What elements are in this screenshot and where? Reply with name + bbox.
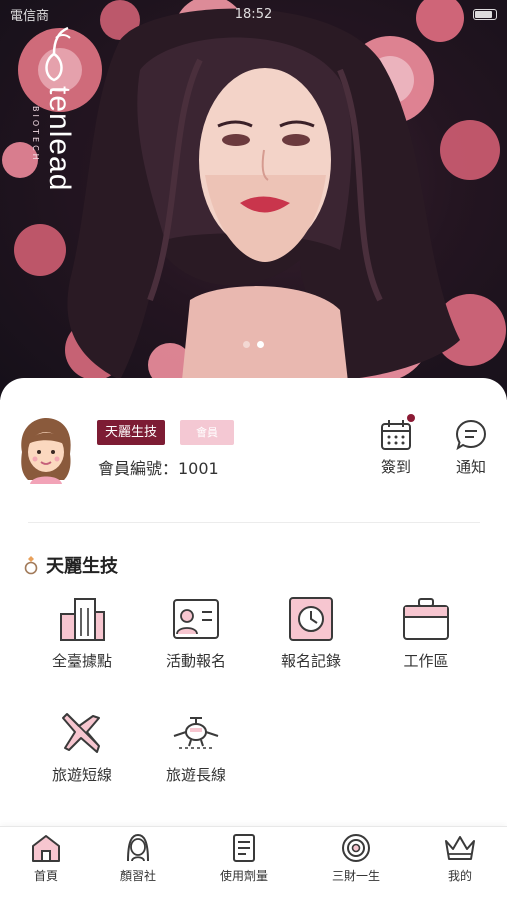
menu-item-label: 工作區 [403, 652, 449, 670]
app-screen: 電信商 18:52 tenlead BIOTECH 天麗生技 會員 會員編號：1… [0, 0, 507, 900]
carousel-dot-active[interactable] [257, 341, 264, 348]
notification-button[interactable]: 通知 [444, 418, 498, 477]
menu-item-label: 旅遊長線 [165, 766, 226, 784]
tab-bar: 首頁 顏習社 使用劑量 三財一生 我的 [0, 826, 507, 900]
brand-name: tenlead [43, 86, 76, 192]
avatar[interactable] [16, 418, 76, 484]
building-icon [60, 598, 105, 641]
menu-item-label: 全臺據點 [51, 652, 112, 670]
id-card-icon [173, 599, 219, 639]
section-header: 天麗生技 [22, 552, 118, 578]
airplane-icon [62, 713, 100, 753]
menu-item-event-signup[interactable]: 活動報名 [146, 596, 246, 671]
menu-item-long-trip[interactable]: 旅遊長線 [146, 710, 246, 785]
woman-icon [127, 833, 149, 862]
menu-item-label: 旅遊短線 [51, 766, 112, 784]
clock-icon [289, 597, 333, 641]
main-card: 天麗生技 會員 會員編號：1001 簽到 通知 天麗生技 全臺據點 活動報名 報… [0, 378, 507, 826]
hero-banner[interactable]: 電信商 18:52 tenlead BIOTECH [0, 0, 507, 400]
target-icon [342, 834, 370, 862]
tab-label: 三財一生 [331, 869, 380, 883]
section-title: 天麗生技 [46, 556, 118, 577]
role-badge: 會員 [180, 420, 234, 445]
menu-item-signup-records[interactable]: 報名記錄 [261, 596, 361, 671]
home-icon [32, 835, 60, 862]
chat-bubble-icon [455, 419, 487, 451]
menu-item-label: 活動報名 [165, 652, 226, 670]
gem-ring-icon [24, 556, 38, 575]
calendar-icon [381, 420, 411, 450]
menu-item-locations[interactable]: 全臺據點 [32, 596, 132, 671]
carousel-dot[interactable] [243, 341, 250, 348]
briefcase-icon [403, 598, 449, 640]
battery-icon [473, 8, 497, 20]
clock-label: 18:52 [234, 6, 273, 22]
notification-dot [407, 414, 415, 422]
tab-beauty-club[interactable]: 顏習社 [98, 833, 178, 884]
tab-profile[interactable]: 我的 [420, 833, 500, 884]
document-icon [233, 834, 255, 862]
brand-subtitle: BIOTECH [31, 106, 40, 163]
status-bar: 電信商 18:52 [10, 4, 497, 24]
carousel-indicator [243, 341, 264, 348]
tab-label: 使用劑量 [219, 869, 268, 883]
tab-home[interactable]: 首頁 [6, 833, 86, 884]
menu-item-short-trip[interactable]: 旅遊短線 [32, 710, 132, 785]
menu-item-label: 報名記錄 [280, 652, 341, 670]
menu-item-workspace[interactable]: 工作區 [376, 596, 476, 671]
tab-label: 顏習社 [119, 869, 156, 883]
tab-wealth[interactable]: 三財一生 [316, 833, 396, 884]
member-number: 會員編號：1001 [98, 459, 219, 478]
tab-label: 我的 [447, 869, 472, 883]
leaf-logo-icon [45, 26, 71, 82]
avatar-girl-icon [21, 418, 71, 484]
carrier-label: 電信商 [10, 8, 50, 24]
checkin-label: 簽到 [380, 458, 411, 476]
checkin-button[interactable]: 簽到 [369, 414, 423, 477]
brand-logo: tenlead BIOTECH [26, 24, 78, 224]
divider [28, 522, 480, 523]
tab-dosage[interactable]: 使用劑量 [204, 833, 284, 884]
crown-icon [445, 836, 475, 860]
plane-front-icon [173, 717, 219, 749]
notification-label: 通知 [455, 458, 486, 476]
tab-label: 首頁 [33, 869, 58, 883]
company-tag: 天麗生技 [97, 420, 166, 445]
